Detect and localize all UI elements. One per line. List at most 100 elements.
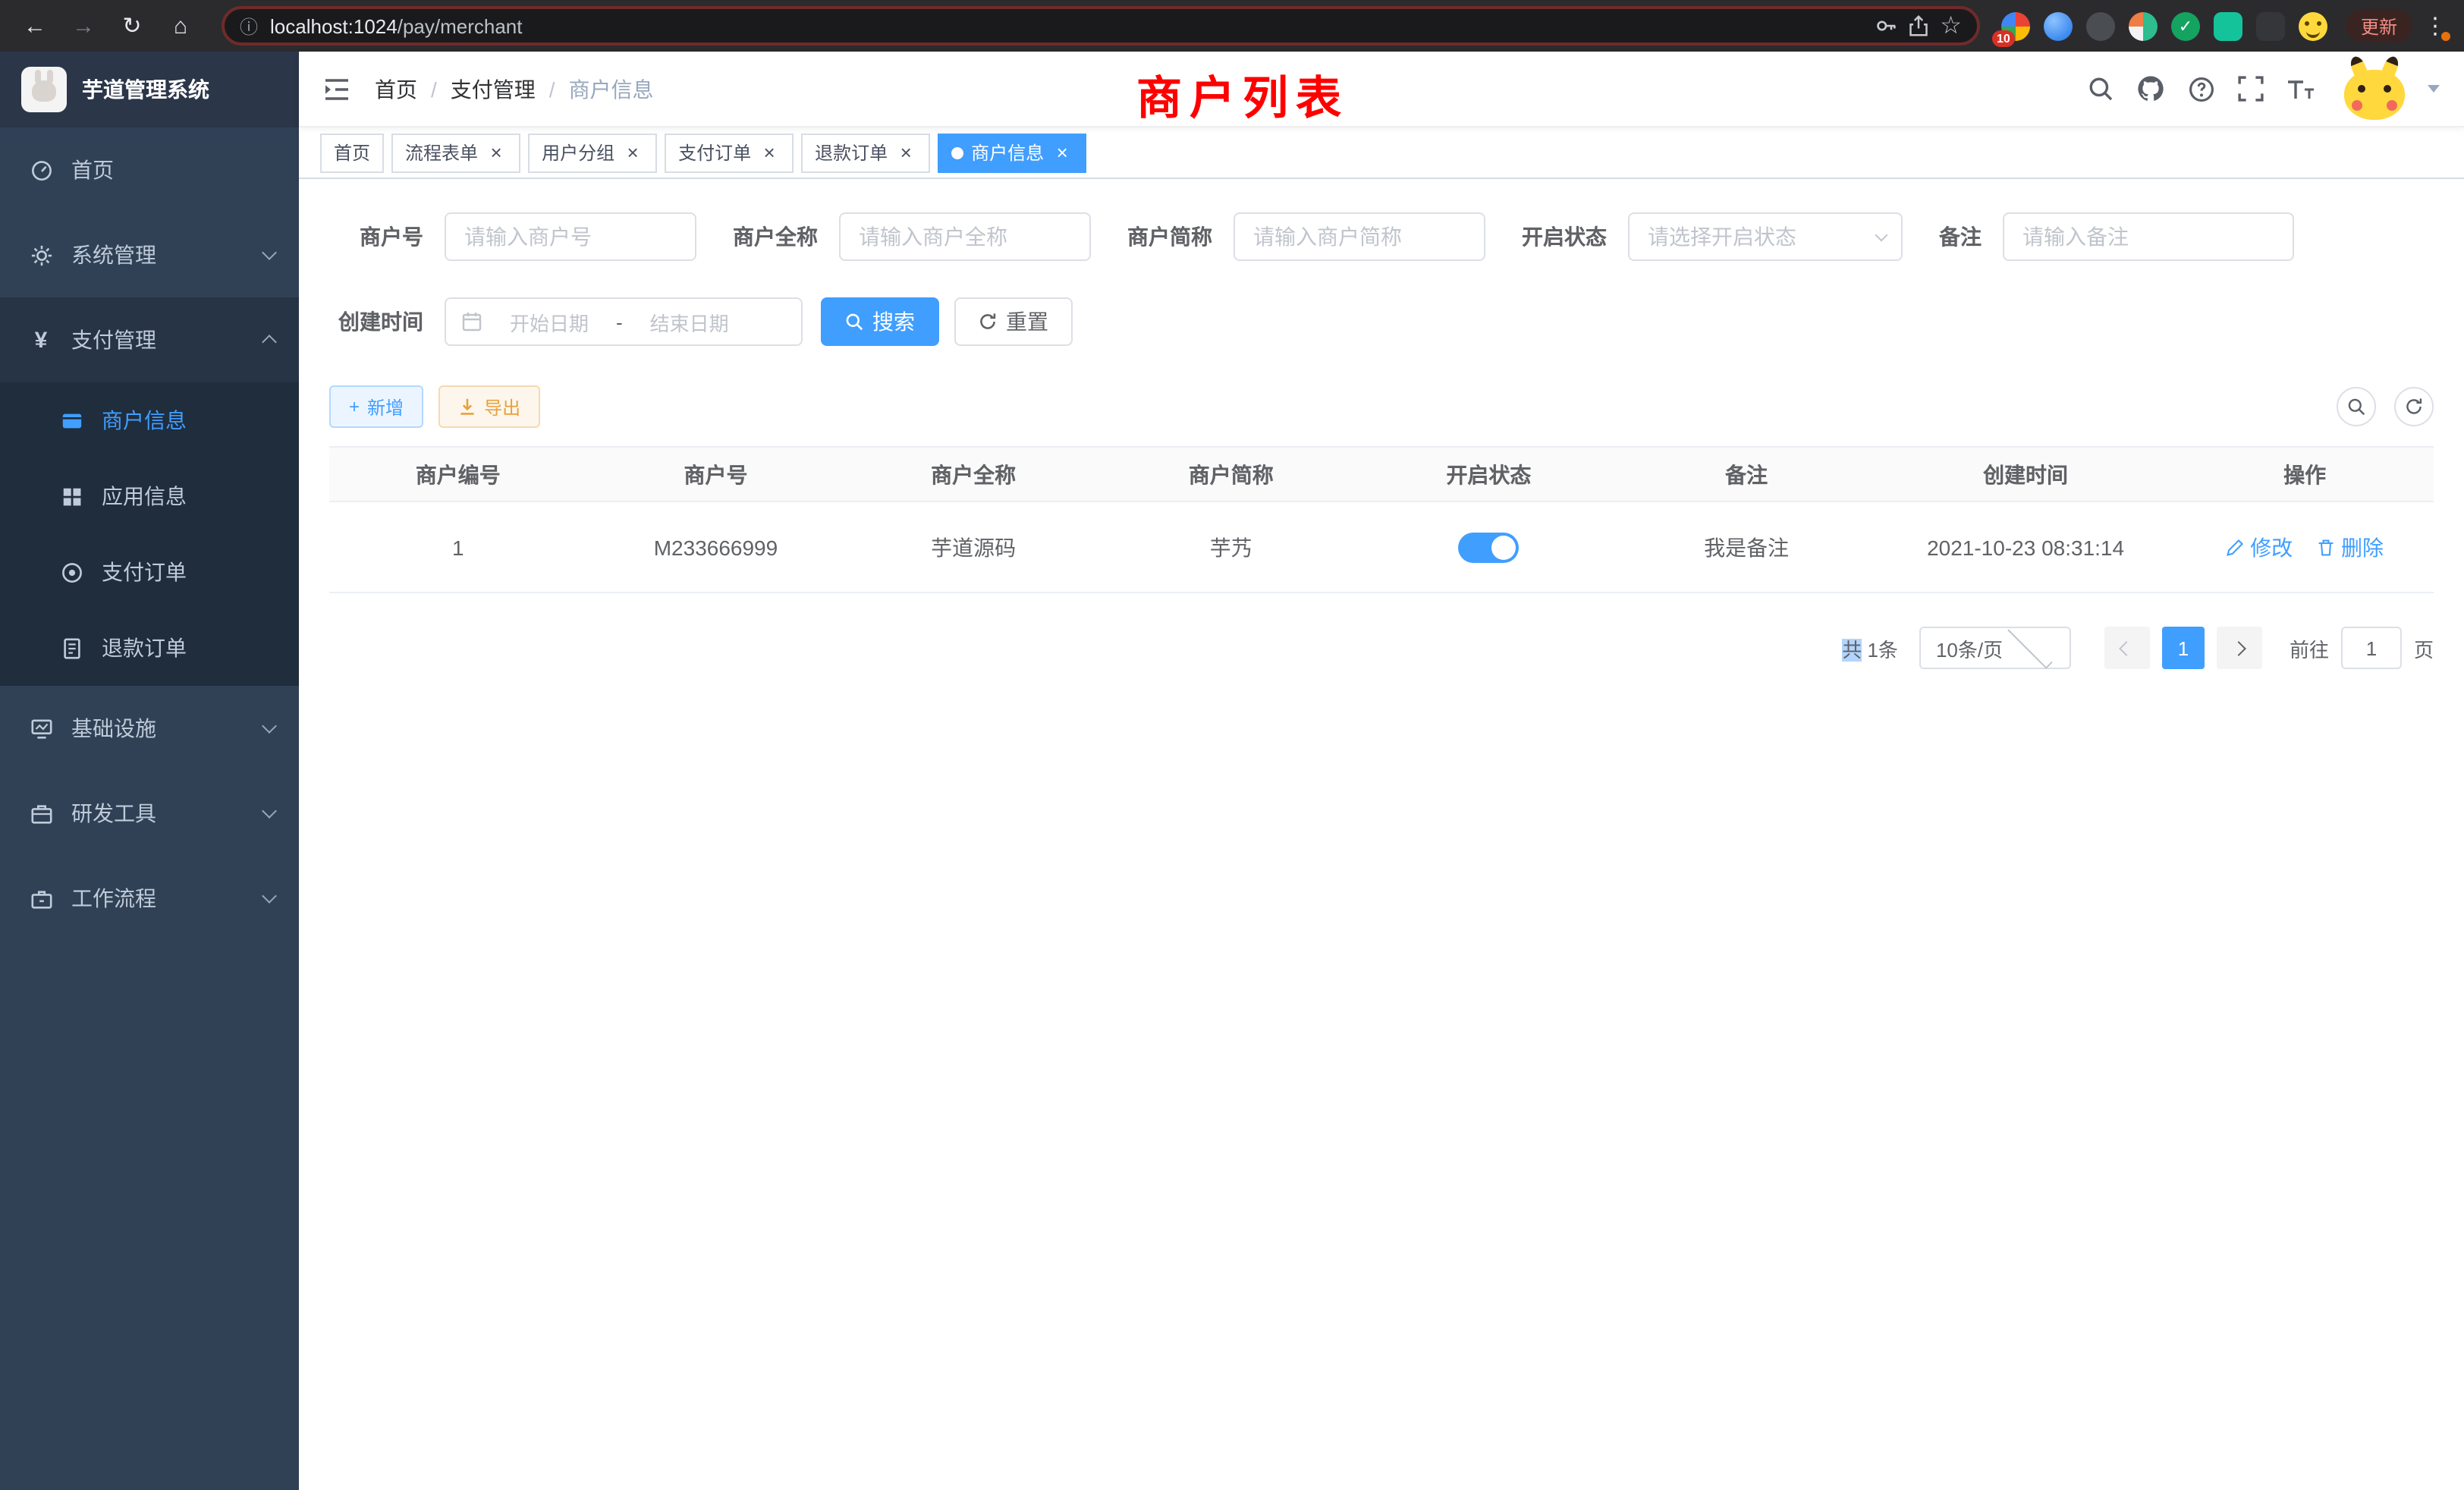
fullscreen-icon[interactable] [2238, 76, 2264, 102]
extension-check-icon[interactable]: ✓ [2171, 11, 2200, 40]
pay-order-icon [58, 561, 85, 583]
toggle-search-button[interactable] [2337, 387, 2376, 426]
merchant-short-input[interactable] [1234, 212, 1485, 261]
date-end-placeholder[interactable]: 结束日期 [629, 307, 750, 336]
password-key-icon[interactable] [1875, 15, 1896, 36]
chevron-down-icon [1875, 228, 1888, 241]
avatar-dropdown-caret-icon[interactable] [2428, 85, 2440, 93]
next-page-button[interactable] [2217, 627, 2262, 669]
cell-short-name: 芋艿 [1102, 501, 1360, 593]
tab-merchant-info[interactable]: 商户信息 × [938, 133, 1086, 172]
sidebar-item-refund-order[interactable]: 退款订单 [0, 610, 299, 686]
user-avatar[interactable] [2344, 58, 2405, 119]
search-button[interactable]: 搜索 [821, 297, 939, 346]
font-size-icon[interactable] [2286, 77, 2315, 101]
bookmark-star-icon[interactable]: ☆ [1940, 11, 1962, 41]
add-button[interactable]: + 新增 [329, 385, 423, 428]
tab-refund-order[interactable]: 退款订单 × [801, 133, 930, 172]
chevron-down-icon [262, 245, 277, 260]
address-bar[interactable]: ⓘ localhost:1024/pay/merchant ☆ [222, 6, 1980, 46]
infrastructure-icon [27, 717, 55, 740]
pagination-total: 共 1条 [1842, 633, 1898, 662]
extension-green-square-icon[interactable] [2214, 11, 2242, 40]
share-icon[interactable] [1908, 15, 1928, 36]
breadcrumb-current: 商户信息 [569, 74, 654, 104]
filter-merchant-no: 商户号 [329, 212, 696, 261]
status-select[interactable]: 请选择开启状态 [1628, 212, 1903, 261]
goto-label: 前往 [2290, 633, 2329, 662]
browser-reload-button[interactable]: ↻ [112, 6, 152, 46]
github-icon[interactable] [2136, 74, 2165, 103]
date-range-picker[interactable]: 开始日期 - 结束日期 [445, 297, 803, 346]
extension-dark-circle-icon[interactable] [2086, 11, 2115, 40]
remark-input[interactable] [2003, 212, 2294, 261]
sidebar-item-system[interactable]: 系统管理 [0, 212, 299, 297]
calendar-icon [461, 311, 482, 332]
chrome-update-button[interactable]: 更新 [2346, 9, 2412, 42]
application-window: ← → ↻ ⌂ ⓘ localhost:1024/pay/merchant ☆ … [0, 0, 2464, 1490]
delete-button[interactable]: 删除 [2317, 532, 2384, 562]
site-info-icon[interactable]: ⓘ [240, 13, 258, 39]
extension-dark-square-icon[interactable] [2256, 11, 2285, 40]
tab-home[interactable]: 首页 [320, 133, 384, 172]
download-icon [458, 398, 476, 416]
sidebar-item-workflow[interactable]: 工作流程 [0, 856, 299, 941]
close-icon[interactable]: × [895, 142, 916, 163]
extension-drop-icon[interactable] [2044, 11, 2073, 40]
top-navbar: 首页 / 支付管理 / 商户信息 商户列表 [299, 52, 2464, 127]
extension-colorful-icon[interactable]: 10 [2001, 11, 2030, 40]
search-icon [2347, 398, 2365, 416]
close-icon[interactable]: × [1051, 142, 1073, 163]
tab-pay-order[interactable]: 支付订单 × [665, 133, 794, 172]
sidebar-item-app-info[interactable]: 应用信息 [0, 458, 299, 534]
export-button[interactable]: 导出 [438, 385, 540, 428]
goto-page-input[interactable] [2341, 627, 2402, 669]
goto-suffix: 页 [2414, 633, 2434, 662]
browser-forward-button[interactable]: → [64, 6, 103, 46]
cell-actions: 修改 删除 [2176, 501, 2434, 593]
close-icon[interactable]: × [622, 142, 643, 163]
date-start-placeholder[interactable]: 开始日期 [489, 307, 610, 336]
prev-page-button[interactable] [2104, 627, 2150, 669]
page-title-annotation: 商户列表 [1136, 61, 1349, 127]
refresh-table-button[interactable] [2394, 387, 2434, 426]
merchant-no-input[interactable] [445, 212, 696, 261]
col-full-name: 商户全称 [844, 447, 1102, 501]
browser-home-button[interactable]: ⌂ [161, 6, 200, 46]
tags-view-bar: 首页 流程表单 × 用户分组 × 支付订单 × 退款订单 × [299, 127, 2464, 179]
page-number-1[interactable]: 1 [2162, 627, 2205, 669]
page-size-select[interactable]: 10条/页 [1919, 627, 2071, 669]
browser-back-button[interactable]: ← [15, 6, 55, 46]
sidebar-item-devtools[interactable]: 研发工具 [0, 771, 299, 856]
tab-process-form[interactable]: 流程表单 × [391, 133, 520, 172]
chevron-up-icon [262, 335, 277, 350]
merchant-name-input[interactable] [839, 212, 1091, 261]
close-icon[interactable]: × [486, 142, 507, 163]
browser-menu-button[interactable]: ⋮ [2422, 12, 2449, 39]
filter-merchant-name: 商户全称 [733, 212, 1091, 261]
extension-multi-icon[interactable] [2129, 11, 2158, 40]
close-icon[interactable]: × [759, 142, 780, 163]
help-icon[interactable] [2188, 75, 2215, 102]
sidebar-item-merchant-info[interactable]: 商户信息 [0, 382, 299, 458]
sidebar-item-infrastructure[interactable]: 基础设施 [0, 686, 299, 771]
sidebar-item-home[interactable]: 首页 [0, 127, 299, 212]
breadcrumb-payment[interactable]: 支付管理 [451, 74, 536, 104]
sidebar-toggle-icon[interactable] [323, 77, 350, 101]
gear-icon [27, 244, 55, 266]
reset-button[interactable]: 重置 [954, 297, 1073, 346]
remark-label: 备注 [1939, 222, 1982, 252]
yen-icon: ¥ [27, 327, 55, 353]
extension-badge: 10 [1992, 30, 2015, 46]
edit-button[interactable]: 修改 [2226, 532, 2293, 562]
profile-avatar-icon[interactable] [2299, 11, 2327, 40]
status-toggle[interactable] [1458, 532, 1519, 562]
sidebar-item-pay-order[interactable]: 支付订单 [0, 534, 299, 610]
sidebar-logo[interactable]: 芋道管理系统 [0, 52, 299, 127]
search-icon[interactable] [2088, 76, 2114, 102]
cell-merchant-no: M233666999 [587, 501, 845, 593]
tab-user-group[interactable]: 用户分组 × [528, 133, 657, 172]
sidebar-item-payment[interactable]: ¥ 支付管理 [0, 297, 299, 382]
breadcrumb-home[interactable]: 首页 [375, 74, 417, 104]
col-status: 开启状态 [1360, 447, 1618, 501]
